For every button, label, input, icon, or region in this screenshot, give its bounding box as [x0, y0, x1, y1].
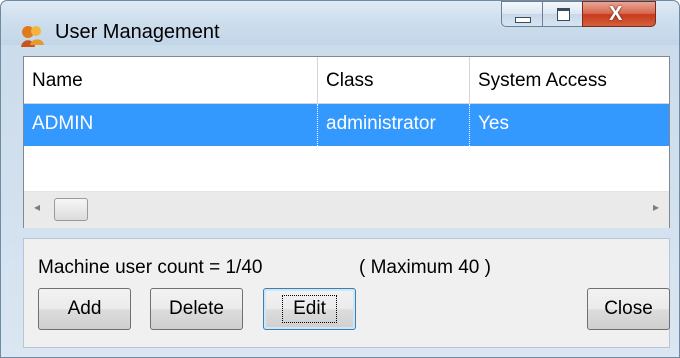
column-header-system-access[interactable]: System Access [470, 57, 669, 103]
edit-button[interactable]: Edit [263, 288, 356, 330]
maximize-button[interactable] [542, 1, 583, 27]
window-title: User Management [55, 21, 220, 43]
add-button[interactable]: Add [38, 288, 131, 330]
column-header-class[interactable]: Class [318, 57, 470, 103]
delete-button[interactable]: Delete [150, 288, 243, 330]
maximize-icon [557, 8, 570, 21]
title-bar[interactable]: User Management X [1, 1, 679, 47]
edit-button-label: Edit [282, 295, 337, 323]
user-count-label: Machine user count = 1/40 [38, 257, 263, 278]
list-header: Name Class System Access [24, 57, 669, 104]
user-list[interactable]: Name Class System Access ADMIN administr… [23, 56, 670, 228]
scroll-thumb[interactable] [54, 198, 88, 221]
minimize-button[interactable] [501, 1, 543, 27]
cell-system-access: Yes [478, 113, 509, 134]
close-button[interactable]: Close [587, 288, 670, 330]
user-management-window: User Management X Name Class System Acce… [0, 0, 680, 358]
window-close-button[interactable]: X [582, 1, 656, 27]
scroll-left-arrow-icon[interactable]: ◂ [34, 200, 40, 214]
minimize-icon [515, 17, 531, 23]
table-row[interactable]: ADMIN administrator Yes [24, 104, 669, 146]
cell-class: administrator [318, 104, 470, 146]
horizontal-scrollbar[interactable]: ◂ ▸ [24, 191, 669, 228]
scroll-right-arrow-icon[interactable]: ▸ [653, 200, 659, 214]
column-header-name[interactable]: Name [24, 57, 318, 103]
user-management-icon [21, 26, 44, 47]
close-icon: X [609, 3, 623, 25]
cell-name: ADMIN [24, 104, 318, 146]
maximum-label: ( Maximum 40 ) [359, 257, 491, 278]
